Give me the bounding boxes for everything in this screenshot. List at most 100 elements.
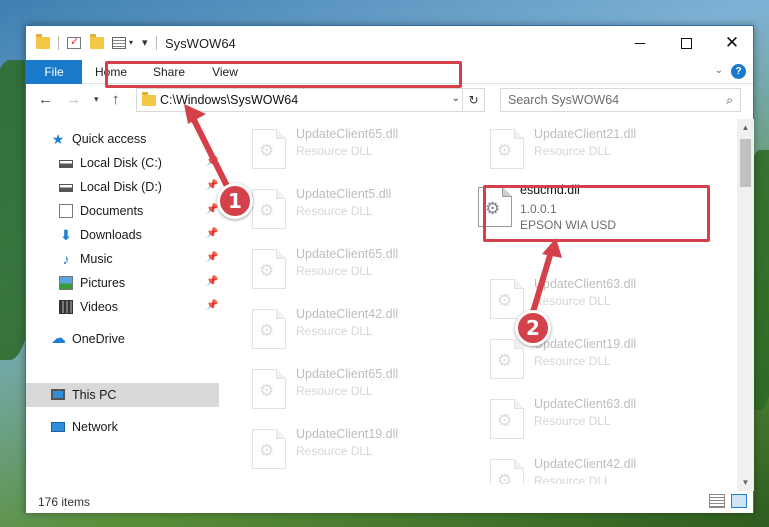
file-tile-esucmd[interactable]: ⚙ esucmd.dll 1.0.0.1 EPSON WIA USD xyxy=(458,179,688,241)
sidebar-item-label: Pictures xyxy=(80,276,126,290)
file-tile[interactable]: ⚙ UpdateClient65.dll Resource DLL xyxy=(220,239,450,295)
sidebar-item-onedrive[interactable]: ☁ OneDrive xyxy=(26,327,219,351)
help-icon[interactable]: ? xyxy=(731,64,746,79)
expand-ribbon-icon[interactable]: ⌄ xyxy=(715,65,723,76)
sidebar-item-videos[interactable]: Videos 📌 xyxy=(26,295,219,319)
chevron-down-icon[interactable]: ⌄ xyxy=(452,93,460,104)
scroll-thumb[interactable] xyxy=(740,139,751,187)
tab-view[interactable]: View xyxy=(204,60,246,84)
forward-arrow-icon[interactable]: → xyxy=(66,91,81,108)
file-tile[interactable]: ⚙ UpdateClient42.dll Resource DLL xyxy=(220,299,450,355)
sidebar-item-music[interactable]: ♪ Music 📌 xyxy=(26,247,219,271)
refresh-icon[interactable]: ↻ xyxy=(462,89,484,111)
vertical-scrollbar[interactable]: ▲ ▼ xyxy=(737,119,754,491)
divider xyxy=(156,36,157,50)
file-name: esucmd.dll xyxy=(520,183,580,197)
tab-share[interactable]: Share xyxy=(146,60,192,84)
pin-icon[interactable]: 📌 xyxy=(206,204,218,215)
file-name: UpdateClient5.dll xyxy=(296,187,392,201)
sidebar-item-local-disk-c[interactable]: Local Disk (C:) 📌 xyxy=(26,151,219,175)
file-tile[interactable]: ⚙ UpdateClient65.dll Resource DLL xyxy=(220,119,450,175)
search-input[interactable]: Search SysWOW64 ⌕ xyxy=(500,88,741,112)
sidebar-item-label: Downloads xyxy=(80,228,142,242)
file-type: Resource DLL xyxy=(534,414,611,428)
file-tile[interactable]: ⚙ UpdateClient5.dll Resource DLL xyxy=(220,179,450,235)
dll-file-icon: ⚙ xyxy=(490,459,524,484)
dll-file-icon: ⚙ xyxy=(490,339,524,379)
navigation-bar: ← → ▾ ↑ C:\Windows\SysWOW64 ⌄ ↻ Search S… xyxy=(26,85,753,117)
sidebar-item-network[interactable]: Network xyxy=(26,415,219,439)
up-arrow-icon[interactable]: ↑ xyxy=(112,91,120,108)
pictures-icon xyxy=(59,276,73,290)
sidebar-item-label: Music xyxy=(80,252,113,266)
pin-icon[interactable]: 📌 xyxy=(206,180,218,191)
close-button[interactable]: ✕ xyxy=(709,26,755,60)
file-tile[interactable]: ⚙ UpdateClient42.dll Resource DLL xyxy=(458,449,688,484)
pin-icon[interactable]: 📌 xyxy=(206,300,218,311)
address-path[interactable]: C:\Windows\SysWOW64 xyxy=(160,93,298,107)
pin-icon[interactable]: 📌 xyxy=(206,228,218,239)
file-tile[interactable]: ⚙ UpdateClient63.dll Resource DLL xyxy=(458,389,688,445)
scroll-up-icon[interactable]: ▲ xyxy=(737,119,754,136)
title-bar: ▾ ▾ SysWOW64 ✕ xyxy=(26,26,753,60)
customize-icon[interactable] xyxy=(112,37,126,49)
sidebar-item-quick-access[interactable]: ★ Quick access xyxy=(26,127,219,151)
qa-more-icon[interactable]: ▾ xyxy=(142,36,148,49)
sidebar-item-label: Videos xyxy=(80,300,118,314)
file-tile[interactable]: ⚙ UpdateClient19.dll Resource DLL xyxy=(220,419,450,475)
sidebar-item-label: Network xyxy=(72,420,118,434)
sidebar-item-pictures[interactable]: Pictures 📌 xyxy=(26,271,219,295)
back-arrow-icon[interactable]: ← xyxy=(38,91,53,108)
sidebar-item-downloads[interactable]: ⬇ Downloads 📌 xyxy=(26,223,219,247)
item-count: 176 items xyxy=(38,495,91,509)
star-icon: ★ xyxy=(51,131,65,147)
window-title: SysWOW64 xyxy=(165,36,236,51)
file-tile[interactable]: ⚙ UpdateClient63.dll Resource DLL xyxy=(458,269,688,325)
properties-check-icon[interactable] xyxy=(67,35,81,49)
search-placeholder: Search SysWOW64 xyxy=(508,93,620,107)
dll-file-icon: ⚙ xyxy=(490,279,524,319)
file-tile[interactable]: ⚙ UpdateClient19.dll Resource DLL xyxy=(458,329,688,385)
navigation-pane: ★ Quick access Local Disk (C:) 📌 Local D… xyxy=(26,119,219,484)
file-name: UpdateClient65.dll xyxy=(296,247,399,261)
dll-file-icon: ⚙ xyxy=(252,189,286,229)
gear-icon: ⚙ xyxy=(259,381,275,400)
tiles-view-icon[interactable] xyxy=(731,494,747,508)
file-name: UpdateClient65.dll xyxy=(296,127,399,141)
search-icon[interactable]: ⌕ xyxy=(726,93,733,108)
file-type: Resource DLL xyxy=(534,354,611,368)
tab-home[interactable]: Home xyxy=(86,60,136,84)
minimize-button[interactable] xyxy=(617,26,663,60)
callout-badge-2: 2 xyxy=(515,310,551,346)
file-tile[interactable]: ⚙ UpdateClient21.dll Resource DLL xyxy=(458,119,688,175)
new-folder-icon[interactable] xyxy=(90,34,104,49)
maximize-button[interactable] xyxy=(663,26,709,60)
drive-icon xyxy=(59,160,73,168)
gear-icon: ⚙ xyxy=(259,201,275,220)
file-name: UpdateClient19.dll xyxy=(534,337,637,351)
sidebar-item-local-disk-d[interactable]: Local Disk (D:) 📌 xyxy=(26,175,219,199)
pin-icon[interactable]: 📌 xyxy=(206,252,218,263)
file-name: UpdateClient19.dll xyxy=(296,427,399,441)
sidebar-item-documents[interactable]: Documents 📌 xyxy=(26,199,219,223)
pin-icon[interactable]: 📌 xyxy=(206,276,218,287)
dll-file-icon: ⚙ xyxy=(478,187,512,227)
address-bar[interactable]: C:\Windows\SysWOW64 ⌄ ↻ xyxy=(136,88,485,112)
drive-icon xyxy=(59,184,73,192)
callout-badge-1: 1 xyxy=(217,183,253,219)
sidebar-item-this-pc[interactable]: This PC xyxy=(26,383,219,407)
details-view-icon[interactable] xyxy=(709,494,725,508)
tab-file[interactable]: File xyxy=(26,60,82,84)
divider xyxy=(58,36,59,50)
document-icon xyxy=(59,204,73,218)
pin-icon[interactable]: 📌 xyxy=(206,156,218,167)
file-type: Resource DLL xyxy=(296,144,373,158)
file-tile[interactable]: ⚙ UpdateClient65.dll Resource DLL xyxy=(220,359,450,415)
recent-locations-icon[interactable]: ▾ xyxy=(94,94,99,105)
gear-icon: ⚙ xyxy=(497,141,513,160)
gear-icon: ⚙ xyxy=(259,261,275,280)
scroll-down-icon[interactable]: ▼ xyxy=(737,474,754,491)
qa-dropdown-icon[interactable]: ▾ xyxy=(129,38,133,47)
file-type: Resource DLL xyxy=(296,444,373,458)
file-type: Resource DLL xyxy=(534,294,611,308)
